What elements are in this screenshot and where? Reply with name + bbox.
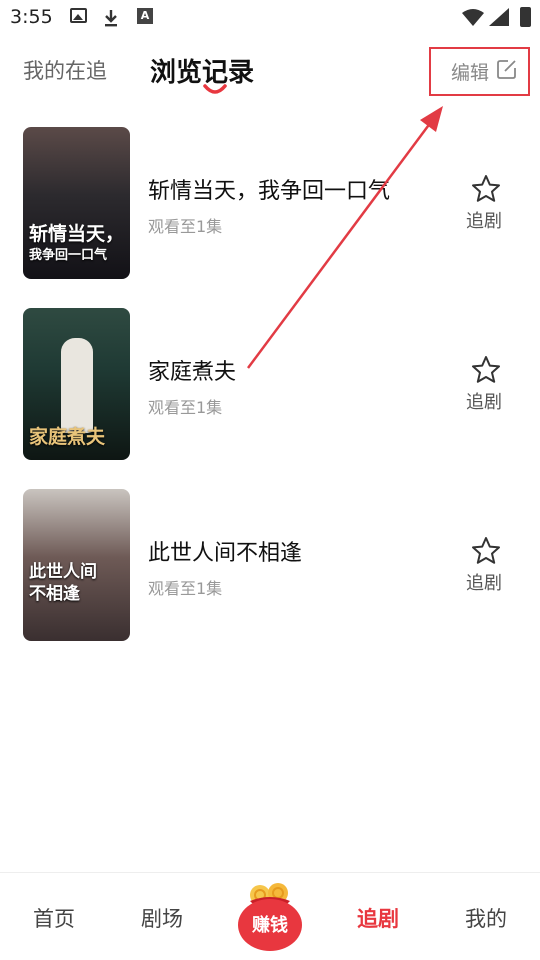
follow-button[interactable]: 追剧 bbox=[466, 569, 502, 595]
nav-follow[interactable]: 追剧 bbox=[343, 903, 413, 933]
follow-button[interactable]: 追剧 bbox=[466, 388, 502, 414]
history-item[interactable]: 家庭煮夫 家庭煮夫 观看至1集 追剧 bbox=[0, 308, 540, 460]
nav-home[interactable]: 首页 bbox=[19, 903, 89, 933]
watch-progress: 观看至1集 bbox=[148, 217, 223, 236]
poster-title: 此世人间 不相逢 bbox=[29, 562, 97, 604]
tab-browsing-history[interactable]: 浏览记录 bbox=[150, 52, 254, 89]
drama-title[interactable]: 家庭煮夫 bbox=[148, 354, 236, 386]
status-bar: 3:55 A bbox=[0, 0, 540, 36]
watch-progress: 观看至1集 bbox=[148, 398, 223, 417]
nav-theater[interactable]: 剧场 bbox=[127, 903, 197, 933]
download-icon bbox=[105, 10, 117, 27]
star-icon[interactable] bbox=[470, 173, 502, 205]
signal-icon bbox=[489, 8, 509, 26]
image-icon bbox=[70, 8, 87, 23]
history-item[interactable]: 此世人间 不相逢 此世人间不相逢 观看至1集 追剧 bbox=[0, 489, 540, 641]
poster-figure bbox=[61, 338, 93, 433]
battery-icon bbox=[520, 7, 531, 27]
drama-title[interactable]: 斩情当天，我争回一口气 bbox=[148, 173, 390, 205]
status-time: 3:55 bbox=[10, 6, 53, 28]
a-icon: A bbox=[137, 8, 153, 24]
follow-button[interactable]: 追剧 bbox=[466, 207, 502, 233]
wifi-icon bbox=[462, 9, 484, 26]
poster-title: 家庭煮夫 bbox=[29, 426, 106, 448]
drama-title[interactable]: 此世人间不相逢 bbox=[148, 535, 302, 567]
nav-earn-money[interactable]: 赚钱 bbox=[236, 881, 304, 951]
poster-image[interactable]: 此世人间 不相逢 bbox=[23, 489, 130, 641]
poster-image[interactable]: 家庭煮夫 bbox=[23, 308, 130, 460]
history-item[interactable]: 斩情当天， 我争回一口气 斩情当天，我争回一口气 观看至1集 追剧 bbox=[0, 127, 540, 279]
edit-button[interactable]: 编辑 bbox=[451, 58, 489, 85]
active-tab-indicator bbox=[203, 84, 227, 94]
nav-mine[interactable]: 我的 bbox=[451, 903, 521, 933]
bottom-nav: 首页 剧场 赚钱 追剧 我的 bbox=[0, 872, 540, 960]
earn-money-label: 赚钱 bbox=[252, 915, 288, 936]
star-icon[interactable] bbox=[470, 535, 502, 567]
tab-following[interactable]: 我的在追 bbox=[23, 55, 107, 85]
poster-image[interactable]: 斩情当天， 我争回一口气 bbox=[23, 127, 130, 279]
star-icon[interactable] bbox=[470, 354, 502, 386]
poster-title: 斩情当天， 我争回一口气 bbox=[29, 223, 125, 263]
edit-icon[interactable] bbox=[496, 58, 518, 80]
watch-progress: 观看至1集 bbox=[148, 579, 223, 598]
